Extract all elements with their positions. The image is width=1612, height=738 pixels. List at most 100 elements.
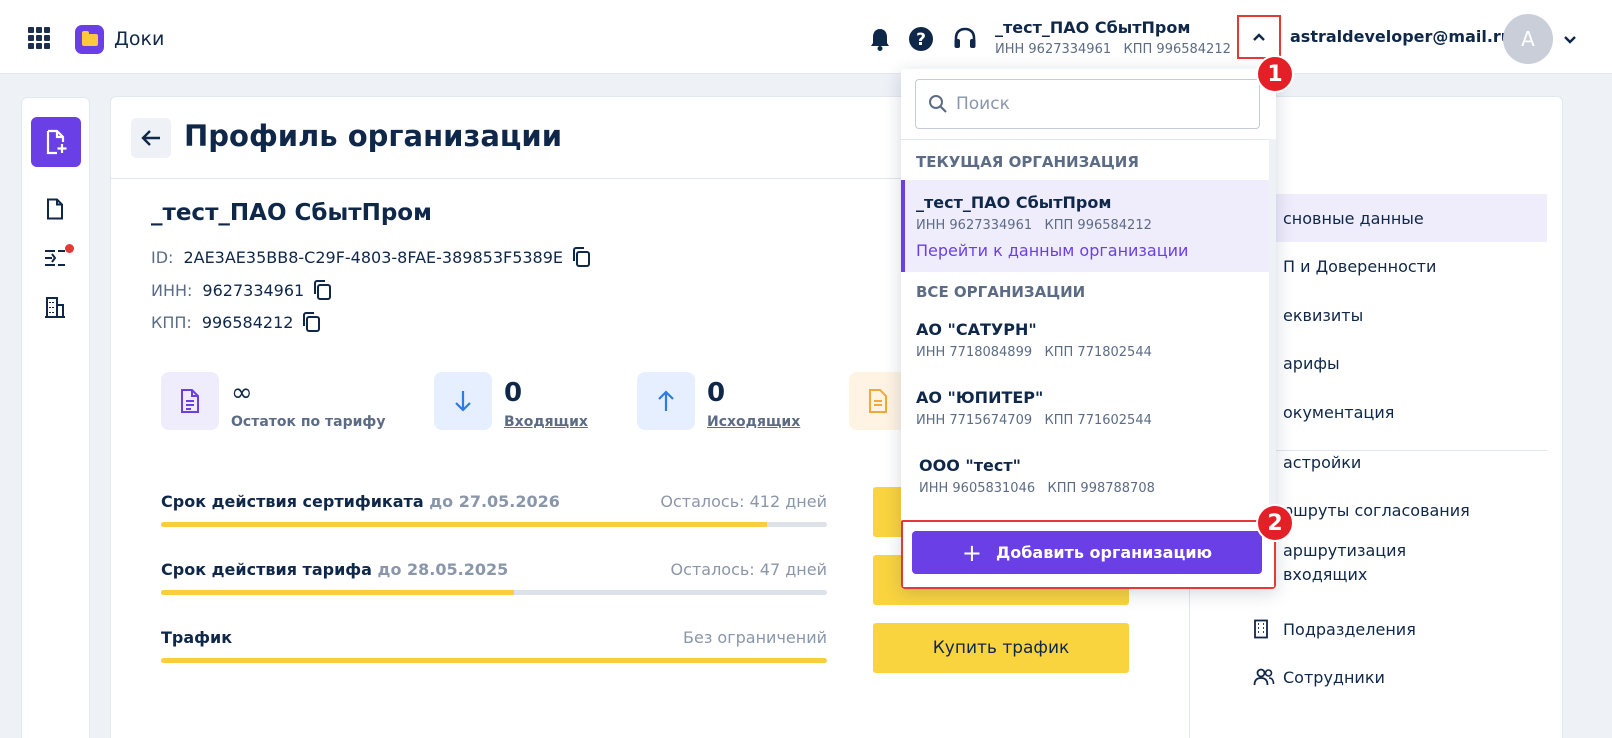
field-label: КПП: [151, 312, 192, 332]
organization-name: _тест_ПАО СбытПром [151, 200, 432, 226]
go-to-org-data-link[interactable]: Перейти к данным организации [916, 241, 1188, 260]
org-name: АО "ЮПИТЕР" [916, 388, 1044, 407]
org-switcher-toggle-button[interactable] [1237, 15, 1281, 59]
progress-remaining: Осталось: 47 дней [670, 560, 827, 579]
document-icon [161, 372, 219, 430]
stat-label: Остаток по тарифу [231, 414, 386, 430]
field-label: ИНН: [151, 280, 193, 300]
chevron-up-icon [1253, 33, 1265, 41]
app-name[interactable]: Доки [114, 28, 164, 50]
copy-icon[interactable] [301, 311, 321, 333]
step-badge-2: 2 [1256, 504, 1294, 542]
field-label: ID: [151, 247, 174, 267]
progress-remaining: Осталось: 412 дней [660, 492, 827, 511]
nav-label: астройки [1283, 452, 1362, 472]
progress-title: Срок действия сертификата до 27.05.2026 [161, 492, 560, 511]
button-label: Добавить организацию [996, 543, 1213, 562]
page-title: Профиль организации [184, 119, 563, 153]
search-icon [929, 95, 947, 113]
nav-label: арифы [1283, 353, 1340, 373]
add-org-highlight: + Добавить организацию [901, 520, 1276, 589]
org-ids: ИНН 9627334961 КПП 996584212 [916, 218, 1152, 233]
org-ids: ИНН 7718084899 КПП 771802544 [916, 345, 1152, 360]
arrow-down-icon [434, 372, 492, 430]
org-id-field: ID: 2AE3AE35BB8-C29F-4803-8FAE-389853F53… [151, 246, 591, 268]
progress-bar [161, 590, 827, 595]
apps-grid-icon[interactable] [28, 27, 50, 49]
search-input[interactable] [956, 94, 1236, 114]
chevron-down-icon[interactable] [1563, 30, 1577, 49]
stat-value: 0 [504, 378, 523, 408]
nav-label: аршрутизация [1283, 541, 1407, 560]
help-icon[interactable]: ? [907, 25, 935, 53]
progress-title-text: Срок действия тарифа [161, 560, 372, 579]
org-name: ООО "тест" [919, 456, 1021, 475]
field-value: 9627334961 [202, 280, 305, 300]
search-field[interactable] [915, 79, 1260, 129]
step-badge-1: 1 [1256, 55, 1294, 93]
current-org-section-title: ТЕКУЩАЯ ОРГАНИЗАЦИЯ [916, 153, 1139, 171]
current-org-item[interactable]: _тест_ПАО СбытПром ИНН 9627334961 КПП 99… [901, 180, 1269, 272]
outgoing-link[interactable]: Исходящих [707, 414, 800, 430]
new-document-icon [46, 129, 67, 155]
organization-building-icon[interactable] [42, 294, 68, 320]
nav-label: П и Доверенности [1283, 256, 1437, 276]
buy-traffic-button[interactable]: Купить трафик [873, 623, 1129, 673]
progress-title: Срок действия тарифа до 28.05.2025 [161, 560, 508, 579]
stat-value: 0 [707, 378, 726, 408]
progress-fill [161, 522, 768, 527]
progress-title-text: Срок действия сертификата [161, 492, 424, 511]
org-ids: ИНН 7715674709 КПП 771602544 [916, 413, 1152, 428]
org-switcher-dropdown: ТЕКУЩАЯ ОРГАНИЗАЦИЯ _тест_ПАО СбытПром И… [901, 69, 1276, 589]
nav-item-employees[interactable]: Сотрудники [1217, 653, 1547, 701]
nav-item-departments[interactable]: Подразделения [1217, 605, 1547, 653]
progress-date: до 28.05.2025 [377, 560, 509, 579]
nav-label: еквизиты [1283, 305, 1364, 325]
avatar[interactable]: A [1503, 14, 1553, 64]
progress-title-text: Трафик [161, 628, 233, 647]
progress-fill [161, 590, 514, 595]
nav-label: окументация [1283, 402, 1395, 422]
documents-icon[interactable] [42, 196, 68, 222]
support-headset-icon[interactable] [951, 25, 979, 53]
user-email[interactable]: astraldeveloper@mail.ru [1290, 27, 1512, 46]
nav-label: Подразделения [1283, 619, 1416, 639]
current-org-ids: ИНН 9627334961 КПП 996584212 [995, 42, 1231, 57]
progress-bar [161, 522, 827, 527]
field-value: 996584212 [201, 312, 294, 332]
org-inn-field: ИНН: 9627334961 [151, 279, 332, 301]
progress-bar [161, 658, 827, 663]
field-value: 2AE3AE35BB8-C29F-4803-8FAE-389853F5389E [183, 247, 564, 267]
incoming-link[interactable]: Входящих [504, 414, 588, 430]
copy-icon[interactable] [312, 279, 332, 301]
organization-profile-card: Профиль организации _тест_ПАО СбытПром I… [110, 96, 1563, 738]
nav-label: Сотрудники [1283, 667, 1385, 687]
draft-document-icon [849, 372, 907, 430]
scrollbar[interactable] [1269, 139, 1276, 519]
app-logo-icon[interactable] [75, 25, 104, 54]
back-button[interactable] [131, 118, 171, 158]
progress-remaining: Без ограничений [683, 628, 827, 647]
all-orgs-section-title: ВСЕ ОРГАНИЗАЦИИ [916, 283, 1086, 301]
org-name: _тест_ПАО СбытПром [916, 193, 1112, 212]
progress-date: до 27.05.2026 [429, 492, 560, 511]
bell-icon[interactable] [866, 25, 894, 53]
top-bar: Доки ? _тест_ПАО СбытПром ИНН 9627334961… [0, 0, 1612, 74]
org-name: АО "САТУРН" [916, 320, 1037, 339]
arrow-left-icon [141, 130, 160, 146]
svg-text:?: ? [916, 30, 926, 50]
progress-fill [161, 658, 827, 663]
current-org-name[interactable]: _тест_ПАО СбытПром [995, 18, 1190, 37]
users-icon [1253, 668, 1275, 686]
add-organization-button[interactable]: + Добавить организацию [912, 531, 1262, 574]
left-sidebar [21, 97, 90, 738]
nav-label: сновные данные [1283, 208, 1424, 228]
plus-icon: + [961, 538, 982, 567]
org-kpp-field: КПП: 996584212 [151, 311, 321, 333]
stat-value: ∞ [231, 378, 253, 408]
divider [901, 139, 1276, 140]
new-document-button[interactable] [31, 117, 81, 167]
notification-dot [65, 244, 74, 253]
nav-label-wrap: аршрутизация входящих [1283, 539, 1406, 587]
copy-icon[interactable] [571, 246, 591, 268]
